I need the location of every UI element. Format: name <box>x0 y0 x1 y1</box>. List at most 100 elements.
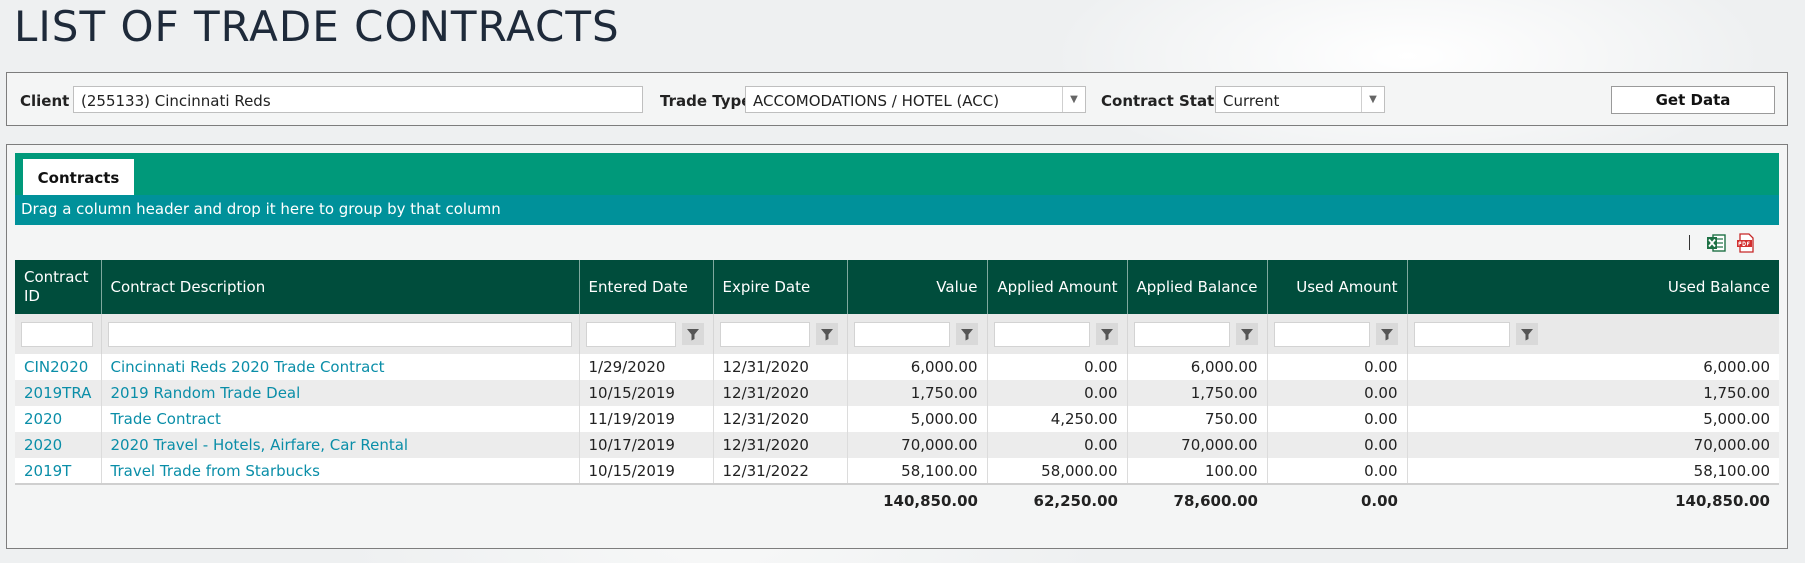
used-amount-cell: 0.00 <box>1267 458 1408 484</box>
filter-icon[interactable] <box>1235 323 1258 345</box>
filter-input-used-amount[interactable] <box>1273 321 1370 347</box>
contract-description-link[interactable]: Trade Contract <box>101 406 580 432</box>
filter-input-value[interactable] <box>853 321 950 347</box>
applied-amount-cell: 58,000.00 <box>987 458 1128 484</box>
used-balance-cell: 70,000.00 <box>1407 432 1779 458</box>
contract-description-link[interactable]: 2020 Travel - Hotels, Airfare, Car Renta… <box>101 432 580 458</box>
used-amount-cell: 0.00 <box>1267 380 1408 406</box>
used-balance-cell: 6,000.00 <box>1407 354 1779 380</box>
column-header-contract-description[interactable]: Contract Description <box>101 260 580 314</box>
expire-date-cell: 12/31/2020 <box>713 354 848 380</box>
tab-contracts[interactable]: Contracts <box>23 159 134 195</box>
value-cell: 6,000.00 <box>847 354 988 380</box>
trade-type-value: ACCOMODATIONS / HOTEL (ACC) <box>753 92 1000 110</box>
entered-date-cell: 1/29/2020 <box>579 354 714 380</box>
header-row: Contract ID Contract Description Entered… <box>15 260 1779 314</box>
filter-icon[interactable] <box>1515 323 1538 345</box>
page-title: LIST OF TRADE CONTRACTS <box>14 2 620 51</box>
entered-date-cell: 10/15/2019 <box>579 380 714 406</box>
value-cell: 58,100.00 <box>847 458 988 484</box>
client-label: Client <box>20 92 70 110</box>
applied-amount-cell: 4,250.00 <box>987 406 1128 432</box>
get-data-button[interactable]: Get Data <box>1611 86 1775 114</box>
contract-id-link[interactable]: CIN2020 <box>15 354 102 380</box>
pdf-export-icon[interactable] <box>1736 233 1756 253</box>
totals-row: 140,850.00 62,250.00 78,600.00 0.00 140,… <box>15 483 1779 516</box>
table-row[interactable]: 2019T Travel Trade from Starbucks 10/15/… <box>15 458 1779 484</box>
filter-input-used-balance[interactable] <box>1413 321 1510 347</box>
total-value: 140,850.00 <box>847 483 987 516</box>
used-balance-cell: 5,000.00 <box>1407 406 1779 432</box>
expire-date-cell: 12/31/2020 <box>713 432 848 458</box>
total-used-amount: 0.00 <box>1267 483 1407 516</box>
contract-status-value: Current <box>1223 92 1280 110</box>
trade-type-select[interactable]: ACCOMODATIONS / HOTEL (ACC) ▼ <box>745 86 1086 113</box>
applied-amount-cell: 0.00 <box>987 432 1128 458</box>
entered-date-cell: 10/15/2019 <box>579 458 714 484</box>
contract-status-label: Contract Status <box>1101 92 1234 110</box>
grid-toolbar <box>15 225 1779 260</box>
filter-icon[interactable] <box>815 323 838 345</box>
chevron-down-icon[interactable]: ▼ <box>1361 87 1384 112</box>
filter-input-applied-balance[interactable] <box>1133 321 1230 347</box>
filter-icon[interactable] <box>955 323 978 345</box>
contracts-grid: Contract ID Contract Description Entered… <box>15 260 1779 516</box>
applied-balance-cell: 1,750.00 <box>1127 380 1268 406</box>
trade-type-label: Trade Type <box>660 92 752 110</box>
filter-icon[interactable] <box>681 323 704 345</box>
table-row[interactable]: 2019TRA 2019 Random Trade Deal 10/15/201… <box>15 380 1779 406</box>
column-header-expire-date[interactable]: Expire Date <box>713 260 848 314</box>
toolbar-separator <box>1689 235 1690 250</box>
column-header-contract-id[interactable]: Contract ID <box>15 260 102 314</box>
group-by-drop-area[interactable]: Drag a column header and drop it here to… <box>15 195 1779 225</box>
contract-description-link[interactable]: Cincinnati Reds 2020 Trade Contract <box>101 354 580 380</box>
used-amount-cell: 0.00 <box>1267 354 1408 380</box>
used-amount-cell: 0.00 <box>1267 406 1408 432</box>
table-row[interactable]: CIN2020 Cincinnati Reds 2020 Trade Contr… <box>15 354 1779 380</box>
client-input[interactable]: (255133) Cincinnati Reds <box>73 86 643 113</box>
filter-input-expire-date[interactable] <box>719 321 810 347</box>
used-amount-cell: 0.00 <box>1267 432 1408 458</box>
column-header-entered-date[interactable]: Entered Date <box>579 260 714 314</box>
used-balance-cell: 1,750.00 <box>1407 380 1779 406</box>
expire-date-cell: 12/31/2020 <box>713 406 848 432</box>
filter-icon[interactable] <box>1375 323 1398 345</box>
expire-date-cell: 12/31/2020 <box>713 380 848 406</box>
contract-id-link[interactable]: 2020 <box>15 432 102 458</box>
filter-row <box>15 314 1779 354</box>
contract-id-link[interactable]: 2019T <box>15 458 102 484</box>
contracts-panel: Contracts Drag a column header and drop … <box>6 144 1788 549</box>
table-row[interactable]: 2020 Trade Contract 11/19/2019 12/31/202… <box>15 406 1779 432</box>
applied-balance-cell: 100.00 <box>1127 458 1268 484</box>
applied-balance-cell: 6,000.00 <box>1127 354 1268 380</box>
filter-input-entered-date[interactable] <box>585 321 676 347</box>
contract-id-link[interactable]: 2020 <box>15 406 102 432</box>
applied-amount-cell: 0.00 <box>987 354 1128 380</box>
applied-amount-cell: 0.00 <box>987 380 1128 406</box>
column-header-applied-amount[interactable]: Applied Amount <box>987 260 1128 314</box>
applied-balance-cell: 70,000.00 <box>1127 432 1268 458</box>
contract-description-link[interactable]: Travel Trade from Starbucks <box>101 458 580 484</box>
filter-input-applied-amount[interactable] <box>993 321 1090 347</box>
filter-bar: Client (255133) Cincinnati Reds Trade Ty… <box>6 72 1788 126</box>
total-applied-amount: 62,250.00 <box>987 483 1127 516</box>
used-balance-cell: 58,100.00 <box>1407 458 1779 484</box>
chevron-down-icon[interactable]: ▼ <box>1062 87 1085 112</box>
tab-strip: Contracts <box>15 153 1779 195</box>
contract-description-link[interactable]: 2019 Random Trade Deal <box>101 380 580 406</box>
column-header-value[interactable]: Value <box>847 260 988 314</box>
column-header-applied-balance[interactable]: Applied Balance <box>1127 260 1268 314</box>
filter-input-contract-id[interactable] <box>21 321 93 347</box>
contract-id-link[interactable]: 2019TRA <box>15 380 102 406</box>
total-applied-balance: 78,600.00 <box>1127 483 1267 516</box>
entered-date-cell: 10/17/2019 <box>579 432 714 458</box>
filter-input-contract-description[interactable] <box>107 321 572 347</box>
filter-icon[interactable] <box>1095 323 1118 345</box>
table-row[interactable]: 2020 2020 Travel - Hotels, Airfare, Car … <box>15 432 1779 458</box>
contract-status-select[interactable]: Current ▼ <box>1215 86 1385 113</box>
expire-date-cell: 12/31/2022 <box>713 458 848 484</box>
value-cell: 70,000.00 <box>847 432 988 458</box>
column-header-used-amount[interactable]: Used Amount <box>1267 260 1408 314</box>
column-header-used-balance[interactable]: Used Balance <box>1407 260 1779 314</box>
excel-export-icon[interactable] <box>1706 233 1726 253</box>
